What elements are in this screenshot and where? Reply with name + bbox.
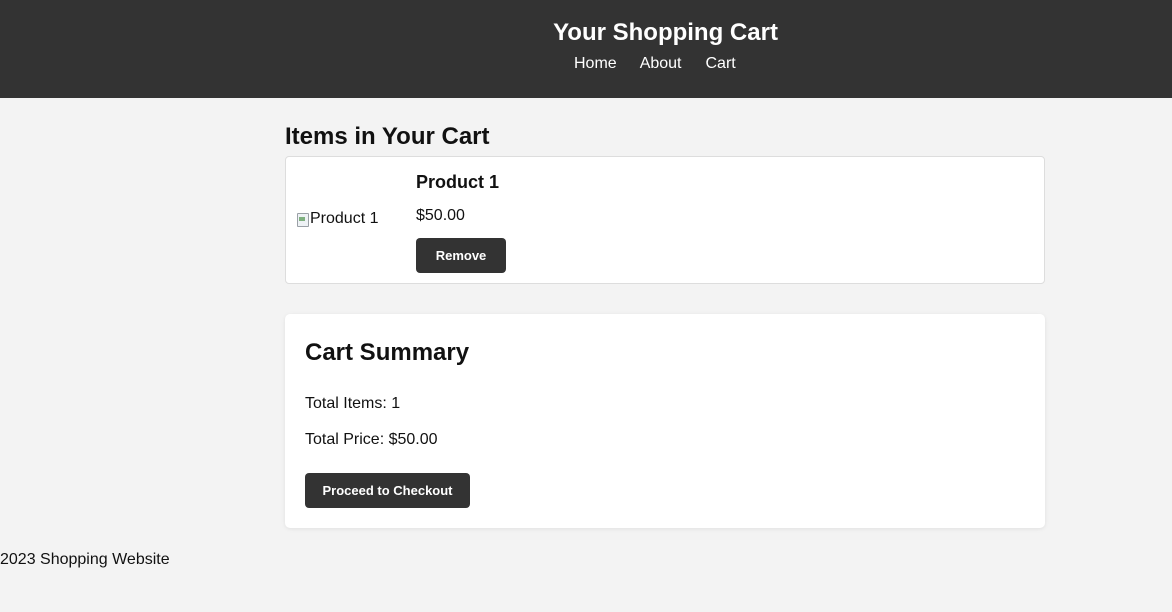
checkout-button[interactable]: Proceed to Checkout — [305, 473, 470, 508]
cart-item: Product 1 Product 1 $50.00 Remove — [285, 156, 1045, 284]
nav-link-about[interactable]: About — [640, 53, 682, 75]
product-image-alt-text: Product 1 — [310, 210, 379, 227]
product-name: Product 1 — [416, 172, 500, 192]
remove-button[interactable]: Remove — [416, 238, 506, 273]
site-header: Your Shopping Cart Home About Cart — [0, 0, 1172, 98]
cart-items-heading: Items in Your Cart — [285, 123, 490, 150]
total-items: Total Items: 1 — [305, 395, 401, 412]
broken-image-icon — [296, 211, 310, 227]
nav-link-home[interactable]: Home — [574, 53, 617, 75]
nav-link-cart[interactable]: Cart — [706, 53, 736, 75]
footer-text: 2023 Shopping Website — [0, 551, 170, 568]
product-image: Product 1 — [296, 208, 378, 230]
main-nav: Home About Cart — [574, 53, 736, 75]
product-price: $50.00 — [416, 207, 465, 224]
site-title: Your Shopping Cart — [553, 19, 778, 46]
cart-summary-title: Cart Summary — [305, 339, 470, 366]
cart-summary: Cart Summary Total Items: 1 Total Price:… — [285, 314, 1045, 528]
total-price: Total Price: $50.00 — [305, 431, 438, 448]
